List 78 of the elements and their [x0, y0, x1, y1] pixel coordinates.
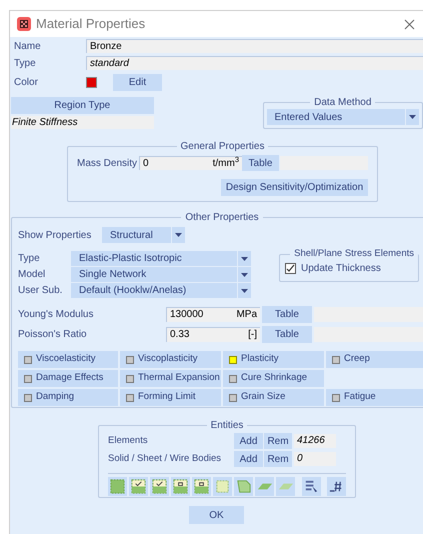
text-field[interactable]: standard [86, 56, 423, 70]
tool-icon [303, 478, 320, 495]
option-toggle[interactable]: Viscoplasticity [120, 351, 221, 368]
field-label: Type [14, 56, 37, 70]
dropdown[interactable]: Single Network [71, 267, 251, 282]
app-icon [17, 17, 31, 31]
option-toggle[interactable]: Fatigue [326, 389, 423, 406]
option-toggle[interactable]: Damping [18, 389, 118, 406]
field-label: Poisson's Ratio [18, 328, 88, 342]
field-label: Show Properties [18, 228, 92, 242]
option-toggle[interactable]: Grain Size [223, 389, 324, 406]
option-toggle[interactable]: Thermal Expansion [120, 370, 221, 387]
count-field: 0 [294, 452, 336, 466]
option-toggle[interactable]: Creep [326, 351, 423, 368]
tool-icon [235, 478, 252, 495]
tool-button[interactable] [327, 477, 346, 496]
option-toggle[interactable]: Damage Effects [18, 370, 118, 387]
option-toggle[interactable]: Viscoelasticity [18, 351, 118, 368]
value-field[interactable]: 0.33 [-] [166, 327, 260, 342]
caret-icon [241, 288, 248, 292]
tool-icon [130, 478, 147, 495]
field-label: Solid / Sheet / Wire Bodies [108, 452, 222, 466]
remove-button[interactable]: Rem [264, 451, 292, 467]
tool-icon [172, 478, 189, 495]
caret-icon [409, 115, 416, 119]
tool-icon [151, 478, 168, 495]
close-icon[interactable] [404, 18, 415, 30]
dropdown[interactable]: Structural [102, 227, 185, 243]
count-field: 41266 [294, 434, 336, 448]
option-toggle[interactable]: Cure Shrinkage [223, 370, 324, 387]
caret-icon [241, 256, 248, 260]
tool-icon [109, 478, 126, 495]
tool-button[interactable] [129, 477, 148, 496]
group-title: Shell/Plane Stress Elements [293, 247, 415, 261]
group-title: Entities [210, 419, 244, 433]
group-title: Other Properties [184, 211, 260, 225]
tool-button[interactable] [171, 477, 190, 496]
text-field[interactable]: Bronze [86, 39, 423, 53]
dropdown[interactable]: Elastic-Plastic Isotropic [71, 251, 251, 266]
table-button[interactable]: Table [242, 155, 279, 171]
tool-icon [193, 478, 210, 495]
value-field[interactable]: 130000 MPa [166, 307, 260, 322]
add-button[interactable]: Add [234, 433, 263, 449]
table-button[interactable]: Table [262, 326, 312, 343]
remove-button[interactable]: Rem [264, 433, 292, 449]
dropdown[interactable]: Entered Values [266, 109, 419, 125]
field-label: User Sub. [18, 284, 64, 298]
dropdown[interactable]: Default (Hooklw/Anelas) [71, 283, 251, 298]
option-toggle[interactable]: Plasticity [223, 351, 324, 368]
window-title: Material Properties [36, 15, 146, 34]
color-swatch[interactable] [86, 76, 97, 88]
edit-button[interactable]: Edit [113, 74, 162, 90]
design-sensitivity-button[interactable]: Design Sensitivity/Optimization [221, 179, 368, 196]
field-label: Color [14, 76, 39, 90]
field-label: Elements [108, 434, 149, 448]
update-thickness-checkbox[interactable]: Update Thickness [285, 261, 418, 276]
group-title: General Properties [180, 140, 266, 154]
check-icon [286, 264, 295, 274]
table-field[interactable] [280, 156, 368, 170]
region-type-button[interactable]: Region Type [11, 97, 154, 114]
table-button[interactable]: Table [262, 306, 312, 323]
field-label: Type [18, 252, 41, 266]
density-field[interactable]: 0 t/mm$^{3}$ [139, 156, 242, 170]
tool-button[interactable] [192, 477, 211, 496]
caret-icon [241, 272, 248, 276]
checkbox[interactable] [285, 263, 296, 274]
caret-icon [175, 233, 182, 237]
field-label: Young's Modulus [18, 308, 94, 322]
add-button[interactable]: Add [234, 451, 263, 467]
field-label: Name [14, 40, 42, 54]
group-title: Data Method [313, 96, 372, 110]
field-label: Mass Density [77, 156, 138, 170]
tool-icon [214, 478, 231, 495]
ok-button[interactable]: OK [189, 506, 244, 524]
tool-button[interactable] [302, 477, 321, 496]
tool-button[interactable] [150, 477, 169, 496]
field-label: Model [18, 268, 46, 282]
option-toggle[interactable]: Forming Limit [120, 389, 221, 406]
